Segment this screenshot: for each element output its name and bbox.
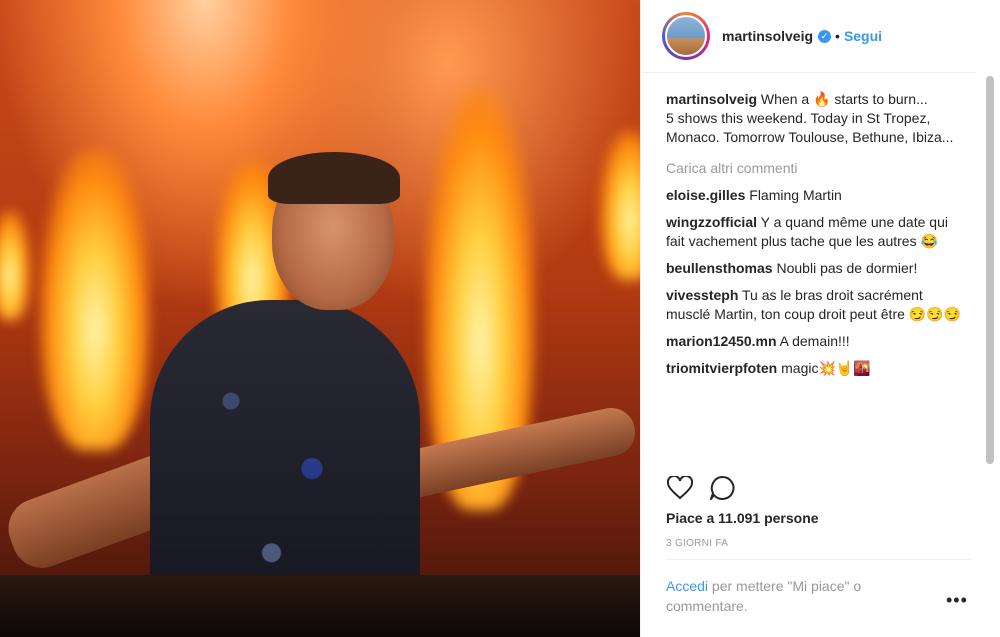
person-hair [268, 152, 400, 204]
comment: vivessteph Tu as le bras droit sacrément… [666, 286, 966, 324]
post-header: martinsolveig ✓ • Segui [641, 0, 976, 73]
load-more-comments[interactable]: Carica altri commenti [666, 159, 966, 178]
comment-text: A demain!!! [779, 333, 850, 349]
likes-count[interactable]: Piace a 11.091 persone [666, 510, 819, 526]
comment: beullensthomas Noubli pas de dormier! [666, 259, 966, 278]
more-options-icon[interactable]: ••• [946, 590, 968, 611]
comment-icon[interactable] [708, 474, 736, 502]
comment-text: Noubli pas de dormier! [776, 260, 918, 276]
comment-text: Flaming Martin [749, 187, 842, 203]
login-prompt: Accedi per mettere "Mi piace" o commenta… [666, 576, 936, 616]
avatar[interactable] [662, 12, 710, 60]
comment-username[interactable]: marion12450.mn [666, 333, 777, 349]
scrollbar-thumb[interactable] [986, 76, 994, 464]
post-sidebar: martinsolveig ✓ • Segui martinsolveig Wh… [640, 0, 1000, 637]
comment-username[interactable]: triomitvierpfoten [666, 360, 777, 376]
avatar-image [665, 15, 707, 57]
comment-username[interactable]: beullensthomas [666, 260, 773, 276]
login-link[interactable]: Accedi [666, 578, 708, 594]
flame [40, 150, 150, 450]
caption-username[interactable]: martinsolveig [666, 91, 757, 107]
post-photo[interactable] [0, 0, 640, 637]
divider [666, 559, 971, 560]
flame [0, 210, 30, 320]
separator: • [835, 28, 840, 44]
post-timestamp[interactable]: 3 GIORNI FA [666, 538, 728, 549]
dj-deck [0, 575, 640, 637]
post-actions [666, 474, 736, 502]
comment-username[interactable]: eloise.gilles [666, 187, 745, 203]
comment-username[interactable]: vivessteph [666, 287, 738, 303]
comment-username[interactable]: wingzzofficial [666, 214, 757, 230]
comment-list: martinsolveig When a 🔥 starts to burn...… [666, 90, 966, 462]
comment: triomitvierpfoten magic💥🤘🌇 [666, 359, 966, 378]
heart-icon[interactable] [666, 474, 694, 502]
comment: wingzzofficial Y a quand même une date q… [666, 213, 966, 251]
flame [600, 130, 640, 280]
comments-scrollbar[interactable] [983, 76, 997, 464]
follow-button[interactable]: Segui [844, 28, 882, 44]
comment: marion12450.mn A demain!!! [666, 332, 966, 351]
comment: eloise.gilles Flaming Martin [666, 186, 966, 205]
verified-icon: ✓ [818, 29, 832, 43]
comment-text: magic💥🤘🌇 [781, 360, 871, 376]
caption: martinsolveig When a 🔥 starts to burn...… [666, 90, 966, 147]
username[interactable]: martinsolveig [722, 28, 813, 44]
